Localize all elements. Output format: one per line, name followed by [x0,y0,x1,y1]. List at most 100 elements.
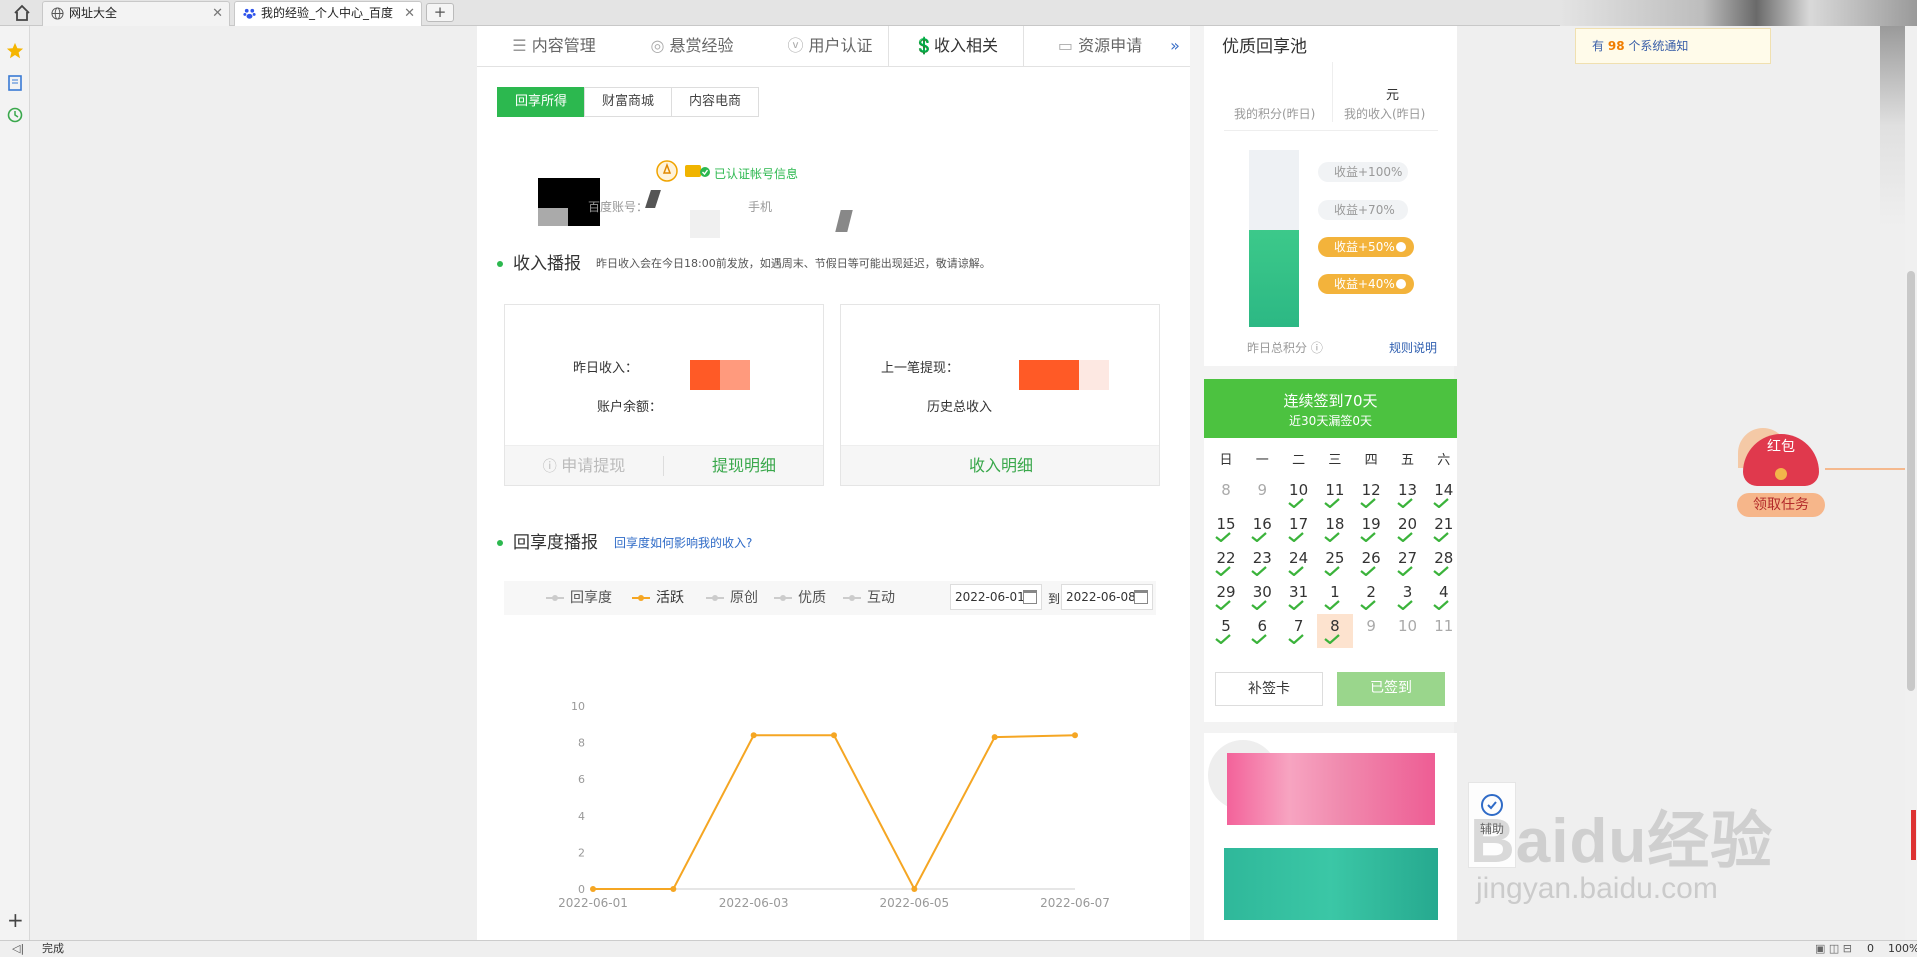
legend-marker [774,595,792,601]
rules-link[interactable]: 规则说明 [1389,339,1437,356]
favorites-star-icon[interactable] [6,42,24,60]
calendar-day[interactable]: 15 [1208,512,1244,546]
legend-share[interactable]: 回享度 [546,589,612,607]
calendar-day[interactable]: 24 [1281,546,1317,580]
calendar-day[interactable]: 1 [1317,580,1353,614]
calendar-day-number: 8 [1330,617,1340,635]
calendar-day[interactable]: 20 [1390,512,1426,546]
calendar-day[interactable]: 25 [1317,546,1353,580]
signed-check-icon [1433,498,1449,508]
calendar-day[interactable]: 9 [1353,614,1389,648]
date-to-input[interactable]: 2022-06-08 [1061,584,1153,610]
data-point [590,886,596,892]
redacted-amount [690,360,720,390]
calendar-icon[interactable] [1023,590,1037,604]
add-sidebar-icon[interactable]: + [7,910,24,930]
apply-withdraw-button[interactable]: ⓘ 申请提现 [505,446,663,487]
calendar-day[interactable]: 17 [1281,512,1317,546]
calendar-day[interactable]: 22 [1208,546,1244,580]
makeup-card-button[interactable]: 补签卡 [1215,672,1323,706]
home-icon[interactable] [12,3,32,23]
calendar-day[interactable]: 21 [1426,512,1462,546]
calendar-icon[interactable] [1134,590,1148,604]
help-icon[interactable]: ⓘ [1311,341,1323,355]
weekday-label: 日 [1219,453,1233,468]
calendar-day-number: 10 [1289,481,1309,499]
legend-interaction[interactable]: 互动 [843,589,895,607]
close-tab-icon[interactable]: ✕ [212,2,223,25]
verified-card-icon [685,165,710,177]
status-icons[interactable]: ▣ ◫ ⊟ [1815,941,1852,957]
calendar-day[interactable]: 23 [1244,546,1280,580]
calendar-day[interactable]: 19 [1353,512,1389,546]
calendar-day[interactable]: 18 [1317,512,1353,546]
data-point [911,886,918,892]
calendar-day[interactable]: 16 [1244,512,1280,546]
calendar-day[interactable]: 26 [1353,546,1389,580]
system-notice[interactable]: 有 98 个系统通知 [1575,28,1771,64]
calendar-day[interactable]: 11 [1426,614,1462,648]
calendar-day[interactable]: 10 [1390,614,1426,648]
signed-check-icon [1396,498,1413,508]
more-tabs-button[interactable]: » [1164,26,1186,66]
ad-banner-pink[interactable] [1227,753,1435,825]
calendar-day[interactable]: 3 [1390,580,1426,614]
zoom-level[interactable]: 100% [1888,941,1917,957]
date-from-input[interactable]: 2022-06-01 [950,584,1042,610]
section-dot [497,261,503,267]
browser-tab-profile[interactable]: 我的经验_个人中心_百度 ✕ [234,1,422,26]
status-nav-icon[interactable]: ◁| [12,941,24,957]
calendar-day[interactable]: 12 [1353,478,1389,512]
calendar-day[interactable]: 11 [1317,478,1353,512]
calendar-day[interactable]: 5 [1208,614,1244,648]
calendar-day[interactable]: 10 [1281,478,1317,512]
withdraw-detail-button[interactable]: 提现明细 [664,446,824,486]
calendar-day[interactable]: 31 [1281,580,1317,614]
income-unit: 元 [1386,88,1400,103]
subtab-share-earnings[interactable]: 回享所得 [497,87,585,117]
tab-income[interactable]: 💲收入相关 [888,26,1024,66]
tab-resources[interactable]: ▭ 资源申请 [1036,26,1164,66]
calendar-day[interactable]: 28 [1426,546,1462,580]
calendar-day[interactable]: 8 [1208,478,1244,512]
legend-active[interactable]: 活跃 [632,589,684,607]
calendar-day[interactable]: 4 [1426,580,1462,614]
calendar-day-number: 23 [1252,549,1272,567]
claim-task-button[interactable]: 领取任务 [1737,493,1825,517]
weekday-label: 三 [1328,453,1342,468]
tab-content-management[interactable]: ☰ 内容管理 [490,26,618,66]
ad-banner-teal[interactable] [1224,848,1438,920]
history-clock-icon[interactable] [7,107,23,123]
legend-marker [632,595,650,601]
tab-certification[interactable]: ⓥ 用户认证 [766,26,894,66]
signed-button[interactable]: 已签到 [1337,672,1445,706]
page-scrollbar[interactable] [1905,26,1917,940]
share-help-link[interactable]: 回享度如何影响我的收入? [614,534,752,551]
signed-check-icon [1215,600,1231,610]
baidu-paw-icon [243,8,256,19]
calendar-day[interactable]: 30 [1244,580,1280,614]
subtab-wealth-mall[interactable]: 财富商城 [584,87,672,117]
scrollbar-thumb[interactable] [1907,271,1915,691]
calendar-day[interactable]: 9 [1244,478,1280,512]
card-footer: 收入明细 [841,445,1159,485]
calendar-day[interactable]: 7 [1281,614,1317,648]
calendar-day[interactable]: 6 [1244,614,1280,648]
income-detail-button[interactable]: 收入明细 [841,446,1161,486]
new-tab-button[interactable]: + [426,3,454,22]
calendar-day[interactable]: 27 [1390,546,1426,580]
close-tab-icon[interactable]: ✕ [404,2,415,25]
browser-tab-sites[interactable]: 网址大全 ✕ [42,1,230,26]
calendar-day[interactable]: 2 [1353,580,1389,614]
tab-bounty[interactable]: ◎ 悬赏经验 [628,26,756,66]
reading-list-icon[interactable] [7,75,23,91]
legend-original[interactable]: 原创 [706,589,758,607]
verified-text[interactable]: 已认证帐号信息 [714,165,798,182]
calendar-day[interactable]: 13 [1390,478,1426,512]
subtab-content-ecommerce[interactable]: 内容电商 [671,87,759,117]
calendar-day[interactable]: 29 [1208,580,1244,614]
redaction-mark [690,210,720,238]
legend-quality[interactable]: 优质 [774,589,826,607]
calendar-day[interactable]: 8 [1316,614,1353,648]
calendar-day[interactable]: 14 [1426,478,1462,512]
